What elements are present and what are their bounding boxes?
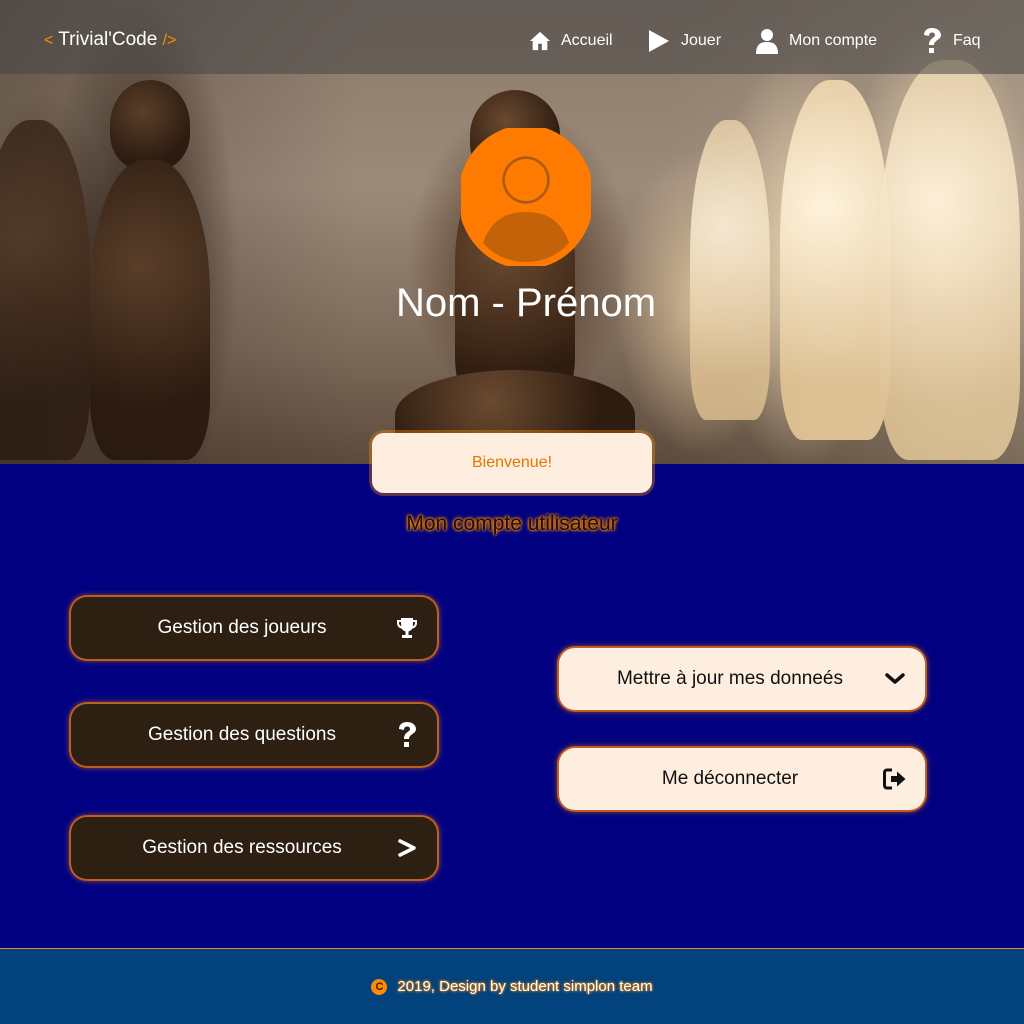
user-full-name: Nom - Prénom [395, 281, 657, 325]
question-icon [399, 722, 416, 747]
button-label: Gestion des questions [147, 724, 336, 745]
button-label: Gestion des ressources [142, 837, 342, 858]
button-label: Gestion des joueurs [157, 617, 327, 638]
hero-banner: < Trivial'Code /> Accueil Jouer Mon comp… [0, 0, 1024, 464]
copyright-icon: C [371, 978, 388, 995]
footer-text: 2019, Design by student simplon team [397, 978, 653, 995]
brand-name: Trivial'Code [58, 29, 158, 50]
manage-questions-button[interactable]: Gestion des questions [71, 704, 437, 766]
manage-resources-button[interactable]: Gestion des ressources [71, 817, 437, 879]
question-icon [924, 28, 941, 53]
sign-out-icon [883, 768, 906, 790]
nav-jouer[interactable]: Jouer [647, 26, 721, 56]
manage-players-button[interactable]: Gestion des joueurs [71, 597, 437, 659]
nav-label: Faq [953, 32, 981, 49]
welcome-banner: Bienvenue! [372, 433, 652, 493]
section-title: Mon compte utilisateur [406, 512, 618, 535]
brand-close-bracket: /> [162, 32, 177, 49]
top-navbar: < Trivial'Code /> Accueil Jouer Mon comp… [0, 0, 1024, 74]
trophy-icon [397, 618, 417, 638]
user-icon [756, 29, 778, 54]
nav-label: Jouer [681, 32, 722, 49]
update-data-button[interactable]: Mettre à jour mes donneés [559, 648, 925, 710]
button-label: Mettre à jour mes donneés [616, 668, 843, 689]
button-label: Me déconnecter [661, 768, 799, 789]
play-icon [649, 30, 669, 52]
nav-mon-compte[interactable]: Mon compte [755, 26, 877, 56]
user-circle-icon [461, 128, 591, 266]
nav-accueil[interactable]: Accueil [529, 26, 613, 56]
chevron-down-icon [885, 673, 905, 684]
brand-logo[interactable]: < Trivial'Code /> [44, 29, 176, 51]
brand-open-bracket: < [44, 32, 54, 49]
nav-label: Accueil [561, 32, 613, 49]
footer: C 2019, Design by student simplon team [0, 948, 1024, 1024]
logout-button[interactable]: Me déconnecter [559, 748, 925, 810]
nav-faq[interactable]: Faq [921, 26, 981, 56]
chevron-right-icon [398, 839, 416, 857]
home-icon [529, 31, 551, 51]
nav-label: Mon compte [789, 32, 878, 49]
